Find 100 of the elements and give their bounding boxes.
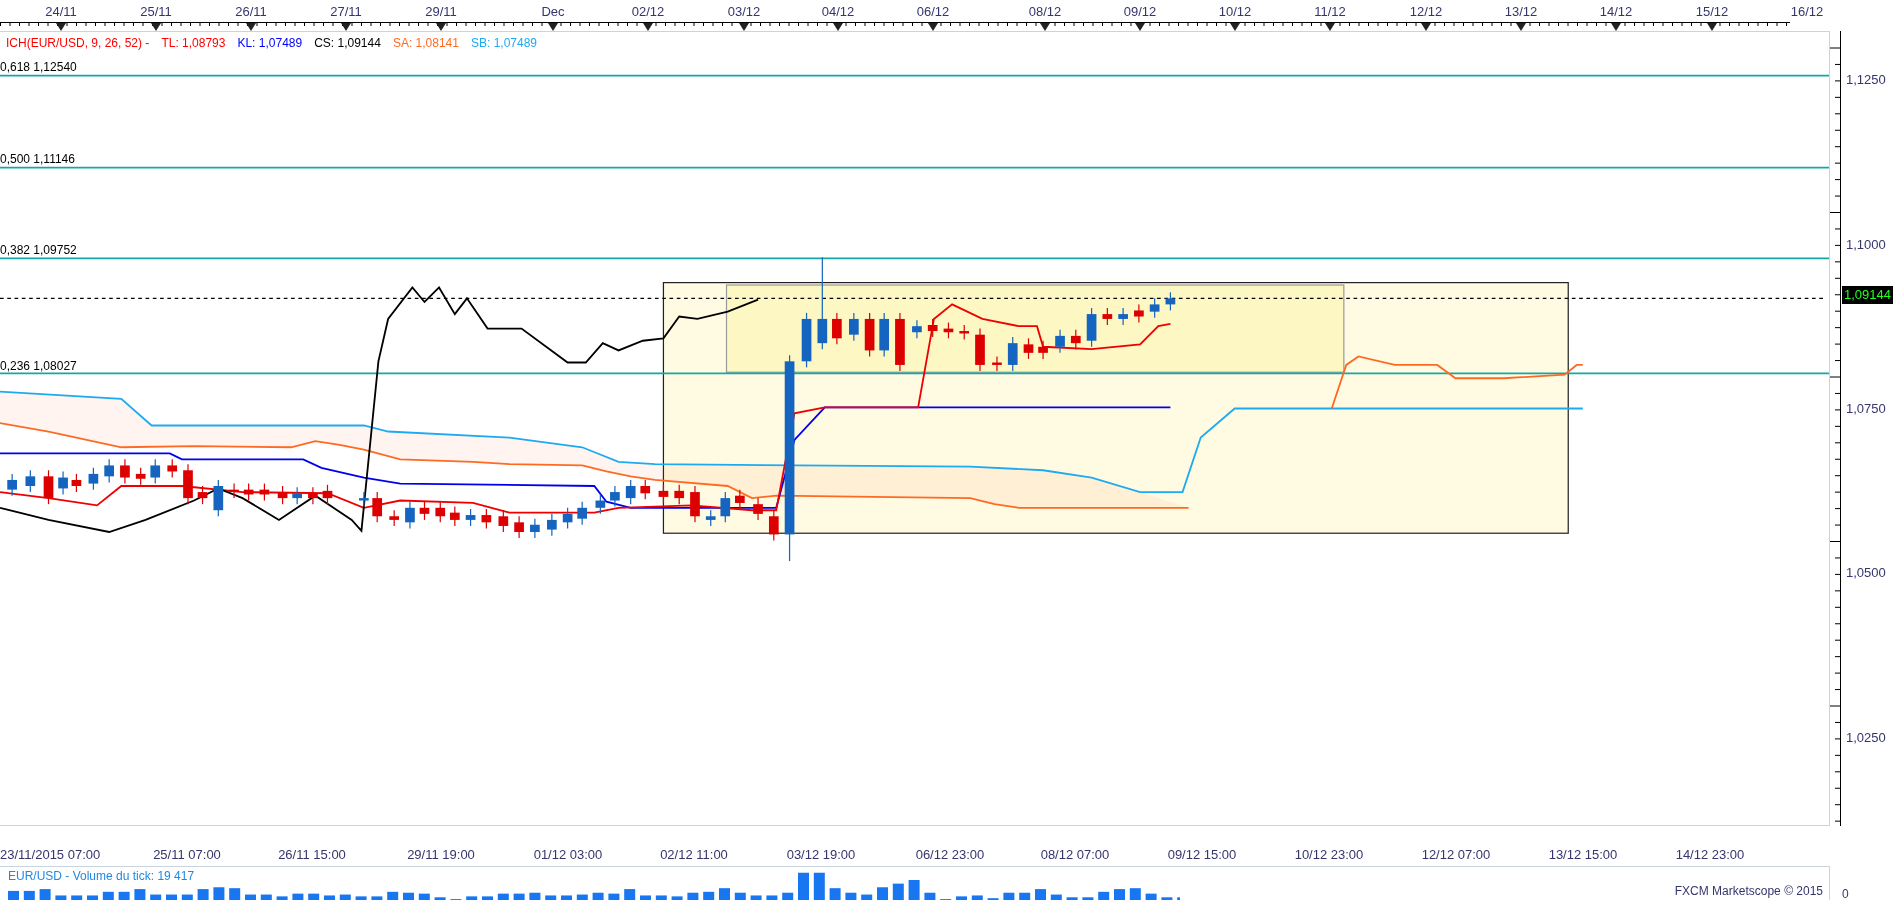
volume-bar: [766, 895, 778, 900]
volume-bar: [1098, 891, 1110, 900]
candlestick: [562, 507, 573, 529]
volume-axis-label: 0: [1842, 888, 1849, 900]
candlestick: [705, 509, 716, 527]
time-label: 09/12 15:00: [1167, 846, 1237, 864]
volume-bar: [545, 895, 557, 900]
volume-bar: [181, 894, 193, 900]
date-label: 12/12: [1409, 3, 1443, 21]
candlestick: [927, 318, 938, 338]
candlestick: [405, 501, 415, 529]
volume-bar: [71, 895, 83, 900]
volume-bar: [213, 887, 225, 900]
time-label: 06/12 23:00: [915, 846, 985, 864]
date-label: 03/12: [727, 3, 761, 21]
date-label: 10/12: [1218, 3, 1252, 21]
candlestick: [753, 497, 763, 521]
volume-bar: [1082, 897, 1094, 900]
volume-bar: [276, 896, 288, 900]
date-label: 29/11: [425, 3, 457, 21]
candlestick: [943, 321, 954, 339]
date-label: 25/11: [140, 3, 172, 21]
candlestick: [912, 319, 922, 339]
candlestick: [1118, 307, 1128, 326]
candlestick: [690, 485, 700, 523]
volume-bar: [150, 894, 162, 900]
candlestick: [610, 485, 620, 508]
candlestick: [895, 312, 905, 372]
candlestick: [1038, 340, 1048, 360]
date-label: 04/12: [821, 3, 855, 21]
candlestick: [150, 458, 161, 485]
copyright-text: FXCM Marketscope © 2015: [1674, 883, 1823, 900]
volume-bar: [339, 894, 351, 900]
volume-bar: [703, 891, 715, 900]
price-label: 1,0250: [1846, 729, 1886, 747]
volume-bar: [355, 896, 367, 900]
date-label: 26/11: [235, 3, 267, 21]
indicator-value: SA: 1,08141: [392, 35, 459, 52]
price-label: 1,0750: [1846, 400, 1886, 418]
candlestick: [1023, 337, 1034, 360]
date-label: 09/12: [1123, 3, 1157, 21]
candlestick: [879, 312, 890, 358]
volume-bar: [434, 897, 446, 900]
time-label: 29/11 19:00: [407, 846, 475, 864]
volume-bar: [387, 891, 399, 900]
volume-bar: [39, 889, 51, 900]
candlestick: [71, 473, 82, 493]
price-label: 1,0500: [1846, 564, 1886, 582]
time-label: 25/11 07:00: [153, 846, 221, 864]
candlestick: [992, 355, 1002, 372]
volume-bar: [624, 889, 636, 900]
volume-bar: [529, 892, 541, 900]
date-label: 16/12: [1790, 3, 1824, 21]
time-label: 10/12 23:00: [1294, 846, 1364, 864]
volume-bar: [166, 894, 177, 900]
volume-bar: [245, 894, 256, 900]
volume-bar: [561, 895, 572, 900]
candlestick: [435, 501, 446, 523]
volume-bar: [1050, 894, 1062, 900]
candlestick: [498, 509, 509, 533]
candlestick: [959, 324, 970, 341]
date-label: 02/12: [631, 3, 665, 21]
volume-bar: [371, 896, 383, 900]
volume-bar: [813, 872, 825, 900]
candlestick: [514, 515, 524, 539]
level-label: 0,500 1,11146: [0, 151, 75, 168]
time-label: 23/11/2015 07:00: [0, 846, 101, 864]
candlestick: [243, 483, 254, 502]
time-label: 03/12 19:00: [786, 846, 856, 864]
candlestick: [359, 491, 369, 508]
volume-bar: [8, 890, 19, 900]
volume-bar: [23, 890, 35, 900]
date-label: 06/12: [916, 3, 950, 21]
volume-bar: [924, 892, 936, 900]
candlestick: [975, 328, 985, 372]
candlestick: [1102, 307, 1113, 326]
candlestick: [465, 508, 476, 527]
time-label: 08/12 07:00: [1040, 846, 1110, 864]
candlestick: [1086, 307, 1097, 348]
candlestick: [7, 473, 17, 497]
volume-bar: [798, 872, 809, 900]
candlestick: [625, 479, 636, 505]
volume-bar: [403, 892, 414, 900]
candlestick: [1165, 291, 1176, 312]
indicator-label: ICH(EUR/USD, 9, 26, 52) -: [6, 35, 150, 52]
volume-bar: [513, 893, 525, 900]
candlestick: [419, 501, 430, 521]
candlestick: [372, 491, 383, 523]
volume-bar: [971, 895, 983, 900]
candlestick: [864, 312, 875, 358]
candlestick: [88, 467, 99, 491]
volume-bar: [671, 896, 683, 900]
volume-bar: [1035, 889, 1046, 900]
indicator-value: KL: 1,07489: [237, 35, 303, 52]
volume-bar: [118, 891, 130, 900]
volume-bar: [229, 888, 241, 900]
indicator-value: CS: 1,09144: [314, 35, 381, 52]
volume-title: EUR/USD - Volume du tick: 19 417: [8, 868, 195, 885]
level-label: 0,236 1,08027: [0, 358, 77, 375]
volume-bar: [956, 896, 967, 900]
